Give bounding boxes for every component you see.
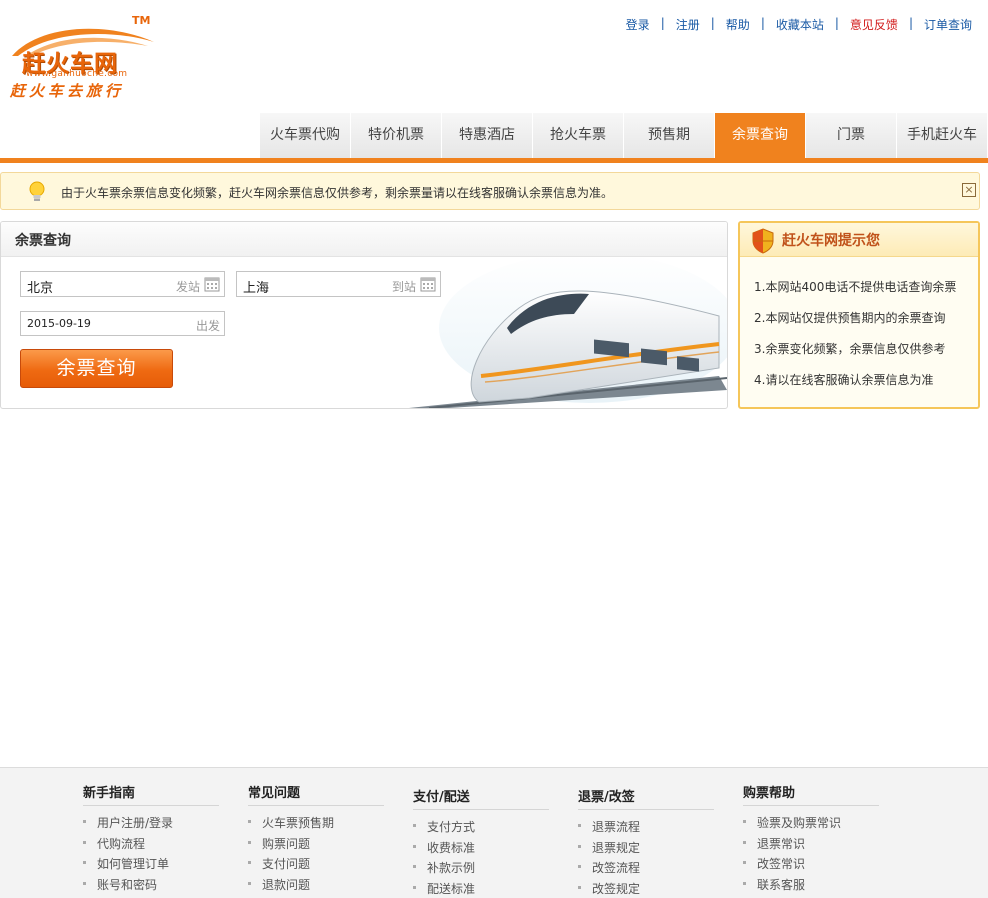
close-icon[interactable]: × [962,183,976,197]
footer-column-refund: 退票/改签 退票流程 退票规定 改签流程 改签规定 [578,786,714,898]
link-separator: | [710,16,715,30]
help-link[interactable]: 帮助 [726,16,750,33]
footer-link-item[interactable]: 补款示例 [413,859,549,880]
tab-remaining-tickets[interactable]: 余票查询 [715,113,806,158]
link-separator: | [834,16,839,30]
tab-train-ticket-agent[interactable]: 火车票代购 [260,113,351,158]
train-illustration [409,258,727,408]
logo-trademark: TM [132,14,151,27]
footer-link-item[interactable]: 验票及购票常识 [743,814,879,835]
tips-list: 1.本网站400电话不提供电话查询余票 2.本网站仅提供预售期内的余票查询 3.… [754,278,956,402]
footer-link-item[interactable]: 如何管理订单 [83,855,219,876]
ticket-query-panel: 余票查询 北京 发站 上海 到站 2015-09-19 出发 余票查询 [0,221,728,409]
departure-date-value: 2015-09-19 [27,317,91,330]
footer-link-item[interactable]: 代购流程 [83,835,219,856]
from-station-hint: 发站 [175,280,200,294]
departure-date-field[interactable]: 2015-09-19 出发 [20,311,225,336]
panel-header: 余票查询 [1,222,727,257]
tip-item: 1.本网站400电话不提供电话查询余票 [754,280,957,294]
footer-link-item[interactable]: 收费标准 [413,839,549,860]
footer-link-item[interactable]: 联系客服 [743,876,879,897]
footer-column-faq: 常见问题 火车票预售期 购票问题 支付问题 退款问题 [248,782,384,896]
tips-box: 赶火车网提示您 1.本网站400电话不提供电话查询余票 2.本网站仅提供预售期内… [738,221,980,409]
tips-header: 赶火车网提示您 [740,223,978,257]
tip-item: 4.请以在线客服确认余票信息为准 [754,373,934,387]
notice-text: 由于火车票余票信息变化频繁，赶火车网余票信息仅供参考，剩余票量请以在线客服确认余… [61,186,614,200]
footer-link-item[interactable]: 退票规定 [578,839,714,860]
tab-grab-tickets[interactable]: 抢火车票 [533,113,624,158]
panel-title: 余票查询 [15,233,71,249]
tip-item: 2.本网站仅提供预售期内的余票查询 [754,311,946,325]
shield-icon [752,228,774,254]
register-link[interactable]: 注册 [676,16,700,33]
logo-slogan: 赶火车去旅行 [10,82,125,100]
footer-link-item[interactable]: 改签规定 [578,880,714,898]
tab-presale-period[interactable]: 预售期 [624,113,715,158]
footer-link-item[interactable]: 改签流程 [578,859,714,880]
footer-link-item[interactable]: 购票问题 [248,835,384,856]
departure-date-hint: 出发 [195,319,220,333]
to-station-value: 上海 [243,281,270,296]
notice-bar: 由于火车票余票信息变化频繁，赶火车网余票信息仅供参考，剩余票量请以在线客服确认余… [0,172,980,210]
from-station-field[interactable]: 北京 发站 [20,271,225,297]
tab-attraction-tickets[interactable]: 门票 [806,113,897,158]
link-separator: | [760,16,765,30]
footer-link-item[interactable]: 退票流程 [578,818,714,839]
tip-item: 3.余票变化频繁，余票信息仅供参考 [754,342,946,356]
feedback-link[interactable]: 意见反馈 [850,16,898,33]
footer-column-payment: 支付/配送 支付方式 收费标准 补款示例 配送标准 [413,786,549,898]
bookmark-link[interactable]: 收藏本站 [776,16,824,33]
footer-column-beginner: 新手指南 用户注册/登录 代购流程 如何管理订单 账号和密码 [83,782,219,896]
order-query-link[interactable]: 订单查询 [924,16,972,33]
calendar-icon[interactable] [204,276,220,292]
footer-link-item[interactable]: 用户注册/登录 [83,814,219,835]
footer: 新手指南 用户注册/登录 代购流程 如何管理订单 账号和密码 常见问题 火车票预… [0,767,988,898]
logo-url: www.ganhuoche.com [26,69,128,79]
main-nav: 火车票代购 特价机票 特惠酒店 抢火车票 预售期 余票查询 门票 手机赶火车 [260,113,988,158]
footer-column-title: 新手指南 [83,782,219,806]
link-separator: | [660,16,665,30]
footer-column-title: 常见问题 [248,782,384,806]
tips-title: 赶火车网提示您 [782,233,880,249]
nav-underline [0,158,988,163]
site-logo[interactable]: TM 赶火车网 www.ganhuoche.com 赶火车去旅行 [8,14,158,104]
tab-discount-flights[interactable]: 特价机票 [351,113,442,158]
from-station-value: 北京 [27,281,54,296]
top-links: 登录 | 注册 | 帮助 | 收藏本站 | 意见反馈 | 订单查询 [626,16,972,33]
footer-link-item[interactable]: 支付方式 [413,818,549,839]
footer-column-title: 购票帮助 [743,782,879,806]
tab-hotels[interactable]: 特惠酒店 [442,113,533,158]
footer-link-item[interactable]: 火车票预售期 [248,814,384,835]
footer-column-title: 支付/配送 [413,786,549,810]
query-button[interactable]: 余票查询 [20,349,173,388]
footer-link-item[interactable]: 支付问题 [248,855,384,876]
lightbulb-icon [29,181,45,201]
footer-link-item[interactable]: 改签常识 [743,855,879,876]
footer-link-item[interactable]: 配送标准 [413,880,549,898]
footer-link-item[interactable]: 退款问题 [248,876,384,897]
footer-link-item[interactable]: 退票常识 [743,835,879,856]
footer-link-item[interactable]: 账号和密码 [83,876,219,897]
tab-mobile-app[interactable]: 手机赶火车 [897,113,988,158]
link-separator: | [908,16,913,30]
footer-column-help: 购票帮助 验票及购票常识 退票常识 改签常识 联系客服 [743,782,879,896]
footer-column-title: 退票/改签 [578,786,714,810]
login-link[interactable]: 登录 [626,16,650,33]
